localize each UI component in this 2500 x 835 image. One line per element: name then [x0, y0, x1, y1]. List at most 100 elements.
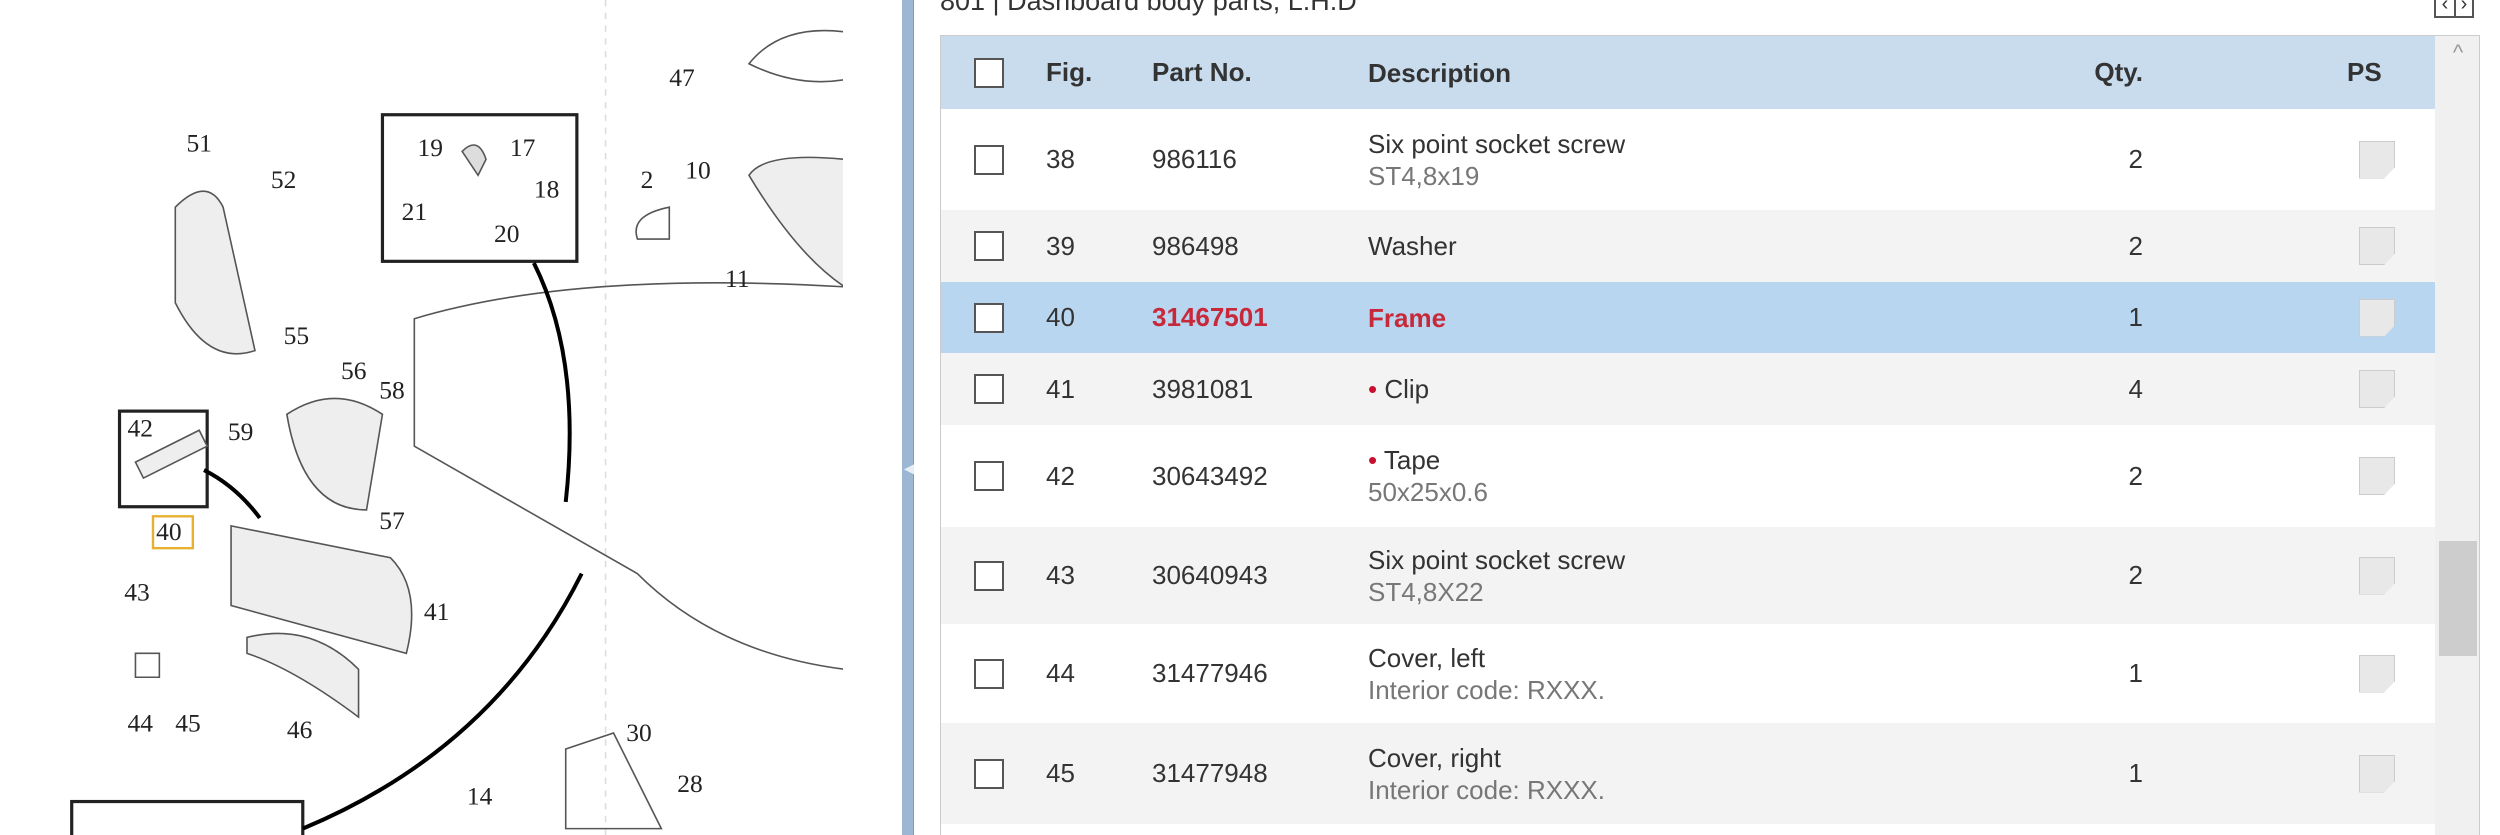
callout-19[interactable]: 19 — [418, 133, 443, 162]
fig-cell: 39 — [1046, 230, 1075, 261]
row-checkbox[interactable] — [974, 461, 1004, 491]
note-icon[interactable] — [2359, 370, 2395, 408]
table-row[interactable]: 42 30643492 • Tape 50x25x0.6 2 — [941, 425, 2435, 527]
header-qty[interactable]: Qty. — [2094, 57, 2143, 88]
callout-40[interactable]: 40 — [156, 517, 181, 546]
callout-18[interactable]: 18 — [534, 175, 559, 204]
note-icon[interactable] — [2359, 227, 2395, 265]
callout-59[interactable]: 59 — [228, 417, 253, 446]
callout-57[interactable]: 57 — [379, 506, 405, 535]
description-cell: • Tape 50x25x0.6 — [1368, 444, 1488, 508]
callout-52[interactable]: 52 — [271, 165, 296, 194]
header-ps[interactable]: PS — [2347, 57, 2382, 88]
header-description[interactable]: Description — [1368, 57, 1511, 89]
callout-43[interactable]: 43 — [124, 578, 149, 607]
row-checkbox[interactable] — [974, 758, 1004, 789]
callout-42[interactable]: 42 — [127, 414, 152, 443]
row-checkbox[interactable] — [974, 144, 1004, 175]
row-checkbox[interactable] — [974, 374, 1004, 404]
callout-10[interactable]: 10 — [685, 155, 710, 184]
header-part-no[interactable]: Part No. — [1152, 57, 1252, 88]
part-no-cell[interactable]: 31477948 — [1152, 758, 1268, 789]
fig-cell: 44 — [1046, 658, 1075, 688]
part-no-cell[interactable]: 3981081 — [1152, 374, 1253, 405]
table-row[interactable]: 41 3981081 • Clip 4 — [941, 353, 2435, 425]
part-no-cell[interactable]: 986116 — [1152, 144, 1237, 175]
description-text: Clip — [1384, 374, 1430, 404]
table-row[interactable]: 38 986116 Six point socket screw ST4,8x19… — [941, 109, 2435, 210]
description-sub: Interior code: RXXX. — [1368, 774, 1605, 805]
scroll-up-icon[interactable]: ^ — [2435, 40, 2479, 66]
part-no-cell[interactable]: 31467501 — [1152, 302, 1268, 333]
note-icon[interactable] — [2359, 140, 2395, 179]
part-no-cell[interactable]: 986498 — [1152, 231, 1239, 262]
description-sub: Interior code: RXXX. — [1368, 674, 1605, 705]
panel-title: 801 | Dashboard body parts, L.H.D — [940, 0, 1357, 16]
callout-2[interactable]: 2 — [641, 165, 654, 194]
table-row[interactable]: 39 986498 Washer 2 — [941, 210, 2435, 282]
scrollbar[interactable]: ^ — [2435, 36, 2479, 835]
row-checkbox[interactable] — [974, 658, 1004, 689]
description-cell: • Clip — [1368, 373, 1429, 405]
description-cell: Washer — [1368, 230, 1457, 262]
panel-splitter[interactable]: ◀ — [902, 0, 915, 835]
callout-44[interactable]: 44 — [127, 708, 153, 737]
callout-51[interactable]: 51 — [186, 128, 211, 157]
table-row[interactable]: 40 31467501 Frame 1 — [941, 282, 2435, 353]
callout-11[interactable]: 11 — [725, 264, 750, 293]
callout-41[interactable]: 41 — [424, 597, 449, 626]
note-icon[interactable] — [2359, 457, 2395, 495]
description-cell: Cover, right Interior code: RXXX. — [1368, 742, 1605, 806]
callout-30[interactable]: 30 — [626, 718, 651, 747]
bullet-icon: • — [1368, 374, 1378, 404]
callout-46[interactable]: 46 — [287, 715, 312, 744]
qty-cell: 2 — [2128, 460, 2143, 491]
prev-button[interactable]: ‹ — [2436, 0, 2454, 16]
note-icon[interactable] — [2359, 654, 2395, 693]
next-button[interactable]: › — [2454, 0, 2472, 16]
qty-cell: 1 — [2128, 758, 2143, 788]
note-icon[interactable] — [2359, 298, 2395, 337]
fig-cell: 43 — [1046, 560, 1075, 590]
description-cell: Cover, left Interior code: RXXX. — [1368, 642, 1605, 706]
callout-47[interactable]: 47 — [669, 63, 695, 92]
callout-58[interactable]: 58 — [379, 375, 404, 404]
description-text: Cover, right — [1368, 742, 1501, 773]
fig-cell: 38 — [1046, 144, 1075, 174]
row-checkbox[interactable] — [974, 231, 1004, 261]
callout-45[interactable]: 45 — [175, 708, 200, 737]
row-checkbox[interactable] — [974, 302, 1004, 333]
part-no-cell[interactable]: 31477946 — [1152, 658, 1268, 689]
description-sub: ST4,8x19 — [1368, 160, 1480, 191]
parts-list-panel: 801 | Dashboard body parts, L.H.D ‹ › Fi… — [914, 0, 2500, 835]
scroll-thumb[interactable] — [2439, 541, 2477, 656]
qty-cell: 2 — [2128, 144, 2143, 174]
description-text: Frame — [1368, 302, 1447, 333]
select-all-checkbox[interactable] — [974, 57, 1004, 88]
description-text: Six point socket screw — [1368, 544, 1626, 575]
parts-diagram[interactable]: 47 51 52 19 17 18 21 20 2 10 11 55 56 58… — [0, 0, 843, 835]
description-text: Tape — [1383, 445, 1441, 475]
callout-55[interactable]: 55 — [284, 321, 309, 350]
callout-28[interactable]: 28 — [677, 769, 702, 798]
callout-14[interactable]: 14 — [467, 782, 493, 811]
header-fig[interactable]: Fig. — [1046, 57, 1092, 88]
note-icon[interactable] — [2359, 556, 2395, 595]
callout-20[interactable]: 20 — [494, 219, 519, 248]
parts-table: Fig. Part No. Description Qty. PS 38 986… — [940, 35, 2480, 835]
callout-17[interactable]: 17 — [510, 133, 536, 162]
qty-cell: 2 — [2128, 560, 2143, 590]
callout-21[interactable]: 21 — [402, 197, 427, 226]
callout-56[interactable]: 56 — [341, 356, 366, 385]
part-no-cell[interactable]: 30640943 — [1152, 560, 1268, 591]
description-sub: 50x25x0.6 — [1368, 477, 1488, 507]
row-checkbox[interactable] — [974, 560, 1004, 591]
table-row[interactable]: 44 31477946 Cover, left Interior code: RX… — [941, 624, 2435, 723]
qty-cell: 4 — [2128, 373, 2143, 404]
table-row[interactable]: 43 30640943 Six point socket screw ST4,8X… — [941, 527, 2435, 624]
note-icon[interactable] — [2359, 754, 2395, 793]
part-no-cell[interactable]: 30643492 — [1152, 461, 1268, 492]
fig-cell: 42 — [1046, 460, 1075, 491]
fig-cell: 41 — [1046, 373, 1075, 404]
table-row[interactable]: 45 31477948 Cover, right Interior code: R… — [941, 723, 2435, 824]
